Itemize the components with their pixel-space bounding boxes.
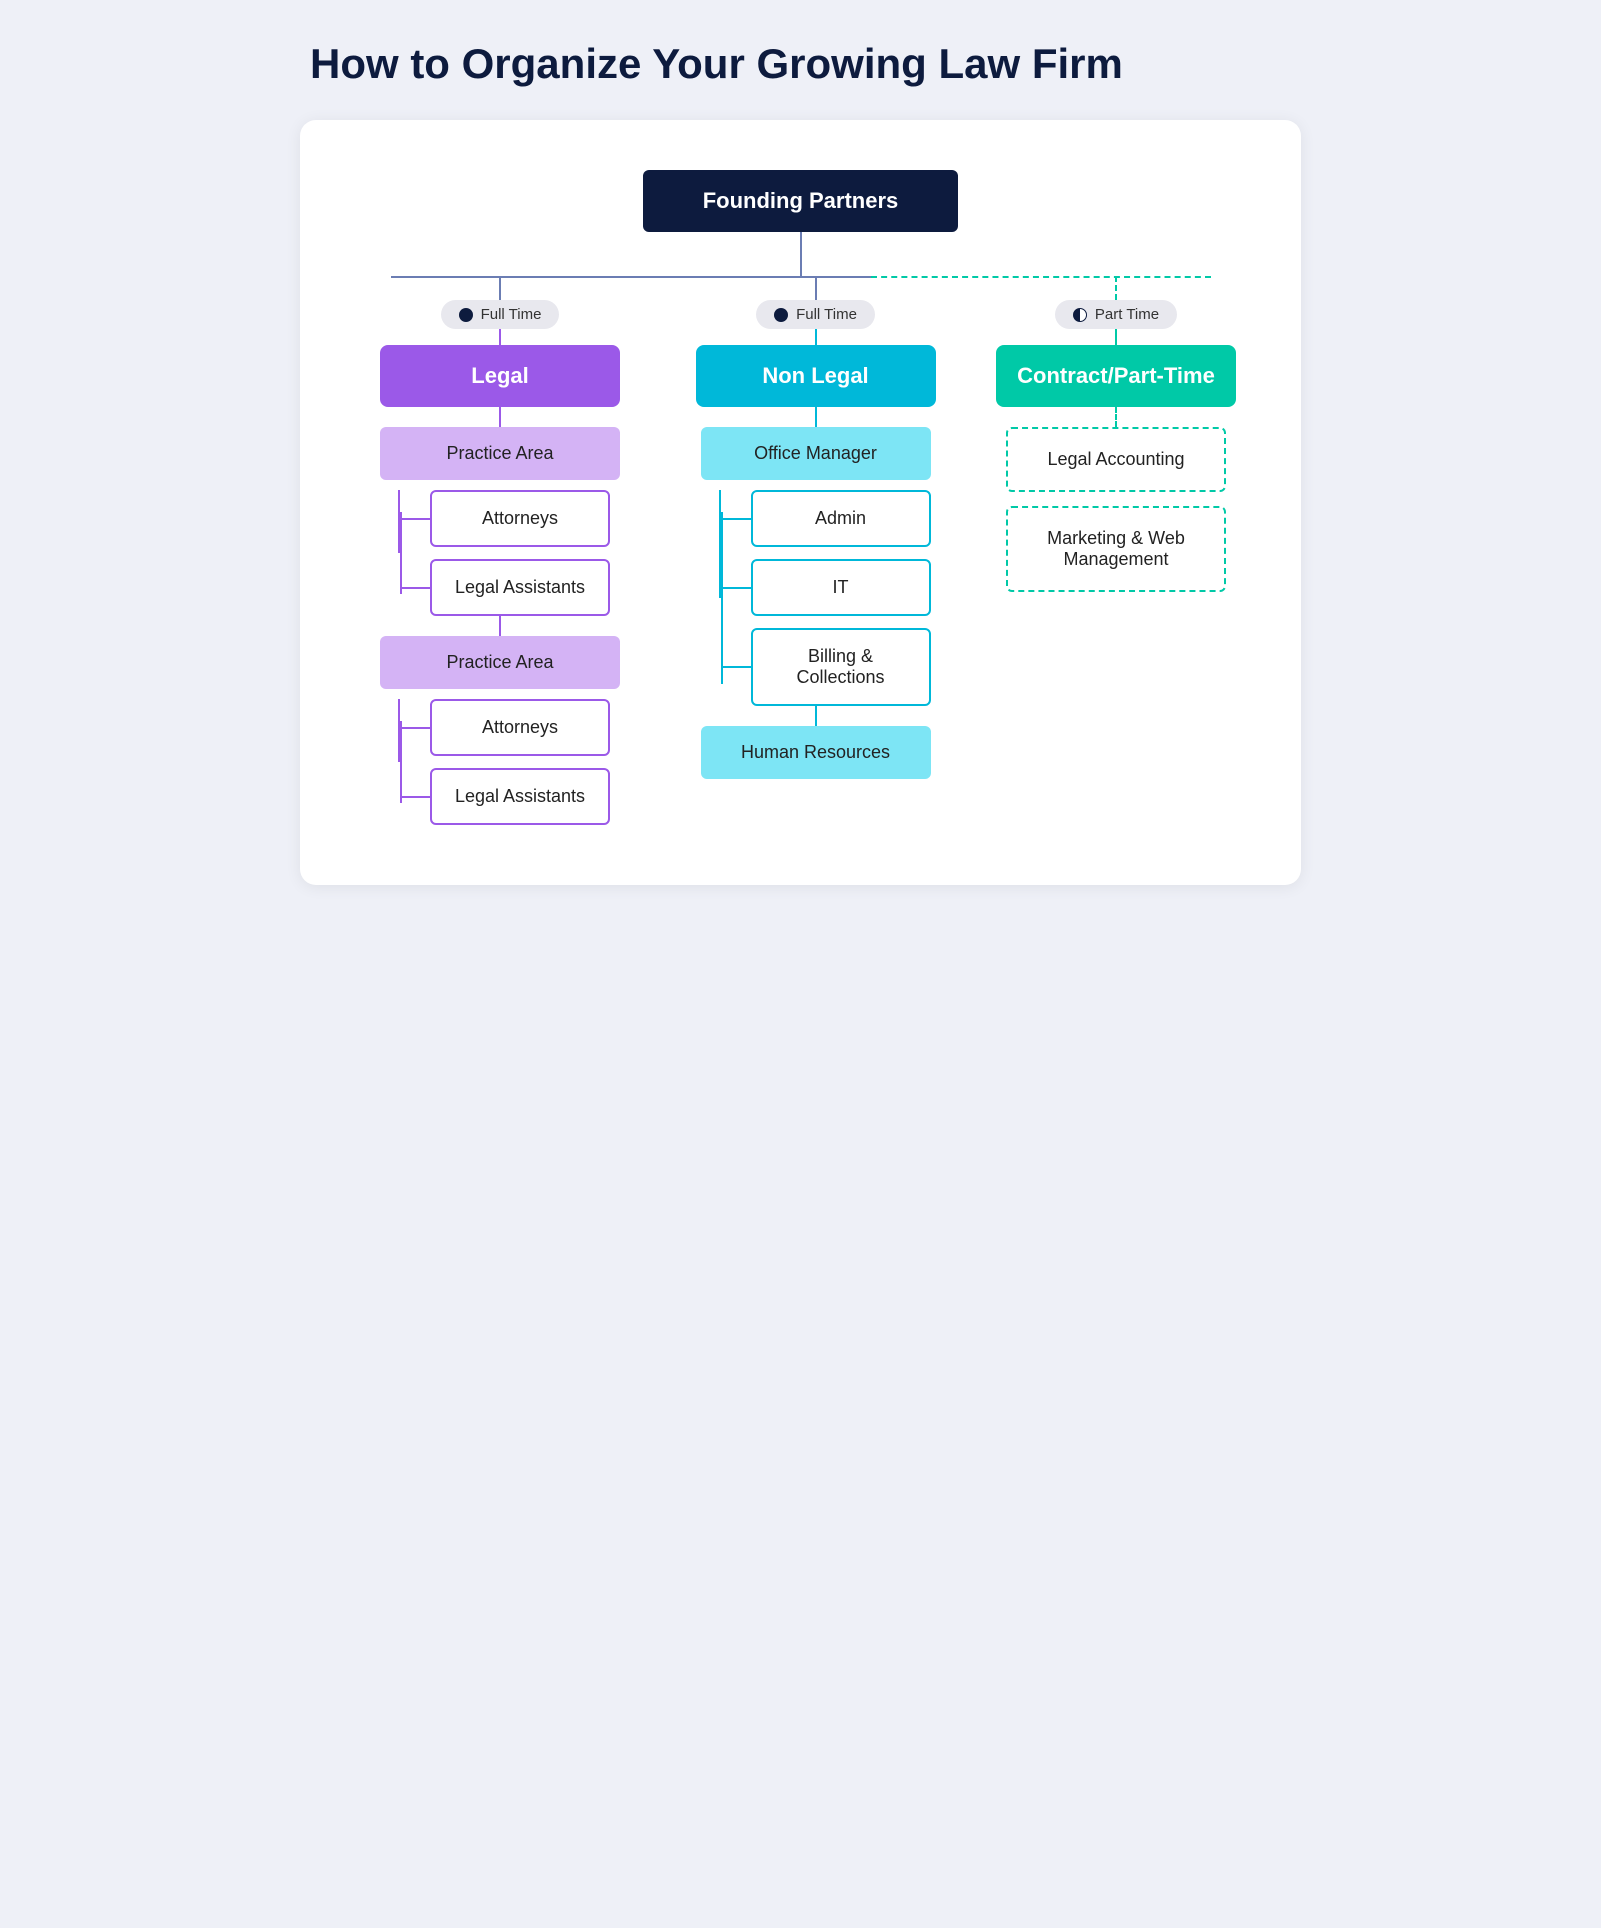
admin-label: Admin <box>815 508 866 528</box>
practice-area-2-group: Practice Area Attorneys <box>370 636 630 825</box>
legal-box: Legal <box>380 345 620 407</box>
pa1-bracket <box>370 490 400 616</box>
legal-assistants-1-box: Legal Assistants <box>430 559 610 616</box>
contract-badge-label: Part Time <box>1095 306 1159 323</box>
contract-column: Part Time Contract/Part-Time Legal Accou… <box>981 276 1251 592</box>
contract-label: Contract/Part-Time <box>1017 363 1215 388</box>
billing-row: Billing & Collections <box>751 628 931 706</box>
billing-label: Billing & Collections <box>796 646 884 687</box>
nonlegal-top-vert <box>815 276 817 300</box>
contract-to-items <box>1115 407 1117 427</box>
founding-partners-label: Founding Partners <box>703 188 899 213</box>
legal-assistants-2-label: Legal Assistants <box>455 786 585 806</box>
legal-to-pa1 <box>499 407 501 427</box>
founding-partners-box: Founding Partners <box>643 170 959 232</box>
om-bracket <box>691 490 721 706</box>
attorneys-2-row: Attorneys <box>430 699 610 756</box>
marketing-box: Marketing & Web Management <box>1006 506 1226 592</box>
nonlegal-box: Non Legal <box>696 345 936 407</box>
contract-badge: Part Time <box>1055 300 1177 329</box>
org-chart: Founding Partners <box>340 170 1261 825</box>
chart-card: Founding Partners <box>300 120 1301 885</box>
nonlegal-badge-label: Full Time <box>796 306 857 323</box>
legal-badge: Full Time <box>441 300 560 329</box>
legal-top-vert <box>499 276 501 300</box>
contract-box: Contract/Part-Time <box>996 345 1236 407</box>
nonlegal-badge: Full Time <box>756 300 875 329</box>
legal-column: Full Time Legal Practice Area <box>350 276 650 825</box>
it-box: IT <box>751 559 931 616</box>
om-children: Admin IT Billing & Collections <box>721 490 931 706</box>
pa2-bracket <box>370 699 400 825</box>
pa2-children: Attorneys Legal Assistants <box>400 699 610 825</box>
pa1-children: Attorneys Legal Assistants <box>400 490 610 616</box>
legal-assistants-1-label: Legal Assistants <box>455 577 585 597</box>
full-time-dot-legal <box>459 308 473 322</box>
legal-accounting-label: Legal Accounting <box>1047 449 1184 469</box>
legal-badge-label: Full Time <box>481 306 542 323</box>
nonlegal-label: Non Legal <box>762 363 868 388</box>
part-time-dot <box>1073 308 1087 322</box>
pa2-children-row: Attorneys Legal Assistants <box>370 699 630 825</box>
practice-area-2-box: Practice Area <box>380 636 620 689</box>
human-resources-box: Human Resources <box>701 726 931 779</box>
admin-box: Admin <box>751 490 931 547</box>
om-children-area: Admin IT Billing & Collections <box>691 490 941 706</box>
nonlegal-to-hr <box>815 706 817 726</box>
contract-top-vert <box>1115 276 1117 300</box>
practice-area-1-label: Practice Area <box>446 443 553 463</box>
nonlegal-to-om <box>815 407 817 427</box>
practice-area-2-label: Practice Area <box>446 652 553 672</box>
billing-box: Billing & Collections <box>751 628 931 706</box>
practice-area-1-box: Practice Area <box>380 427 620 480</box>
legal-assistants-1-row: Legal Assistants <box>430 559 610 616</box>
marketing-label: Marketing & Web Management <box>1047 528 1185 569</box>
three-columns: Full Time Legal Practice Area <box>340 276 1261 825</box>
attorneys-1-row: Attorneys <box>430 490 610 547</box>
nonlegal-badge-vert <box>815 329 817 345</box>
contract-badge-section: Part Time <box>1055 276 1177 345</box>
nonlegal-badge-section: Full Time <box>756 276 875 345</box>
contract-badge-vert <box>1115 329 1117 345</box>
legal-assistants-2-box: Legal Assistants <box>430 768 610 825</box>
attorneys-1-label: Attorneys <box>482 508 558 528</box>
attorneys-2-label: Attorneys <box>482 717 558 737</box>
full-time-dot-nonlegal <box>774 308 788 322</box>
legal-label: Legal <box>471 363 528 388</box>
it-label: IT <box>833 577 849 597</box>
page-title: How to Organize Your Growing Law Firm <box>300 40 1301 88</box>
legal-badge-section: Full Time <box>441 276 560 345</box>
top-section: Founding Partners <box>340 170 1261 276</box>
office-manager-box: Office Manager <box>701 427 931 480</box>
pa1-children-row: Attorneys Legal Assistants <box>370 490 630 616</box>
human-resources-label: Human Resources <box>741 742 890 762</box>
legal-accounting-box: Legal Accounting <box>1006 427 1226 492</box>
admin-row: Admin <box>751 490 931 547</box>
legal-to-pa2 <box>499 616 501 636</box>
legal-assistants-2-row: Legal Assistants <box>430 768 610 825</box>
attorneys-1-box: Attorneys <box>430 490 610 547</box>
page-wrapper: How to Organize Your Growing Law Firm Fo… <box>300 40 1301 885</box>
practice-area-1-group: Practice Area Attorneys <box>370 427 630 616</box>
attorneys-2-box: Attorneys <box>430 699 610 756</box>
legal-badge-vert <box>499 329 501 345</box>
it-row: IT <box>751 559 931 616</box>
nonlegal-column: Full Time Non Legal Office Manager <box>686 276 946 779</box>
office-manager-label: Office Manager <box>754 443 877 463</box>
fp-vertical-connector <box>800 232 802 276</box>
